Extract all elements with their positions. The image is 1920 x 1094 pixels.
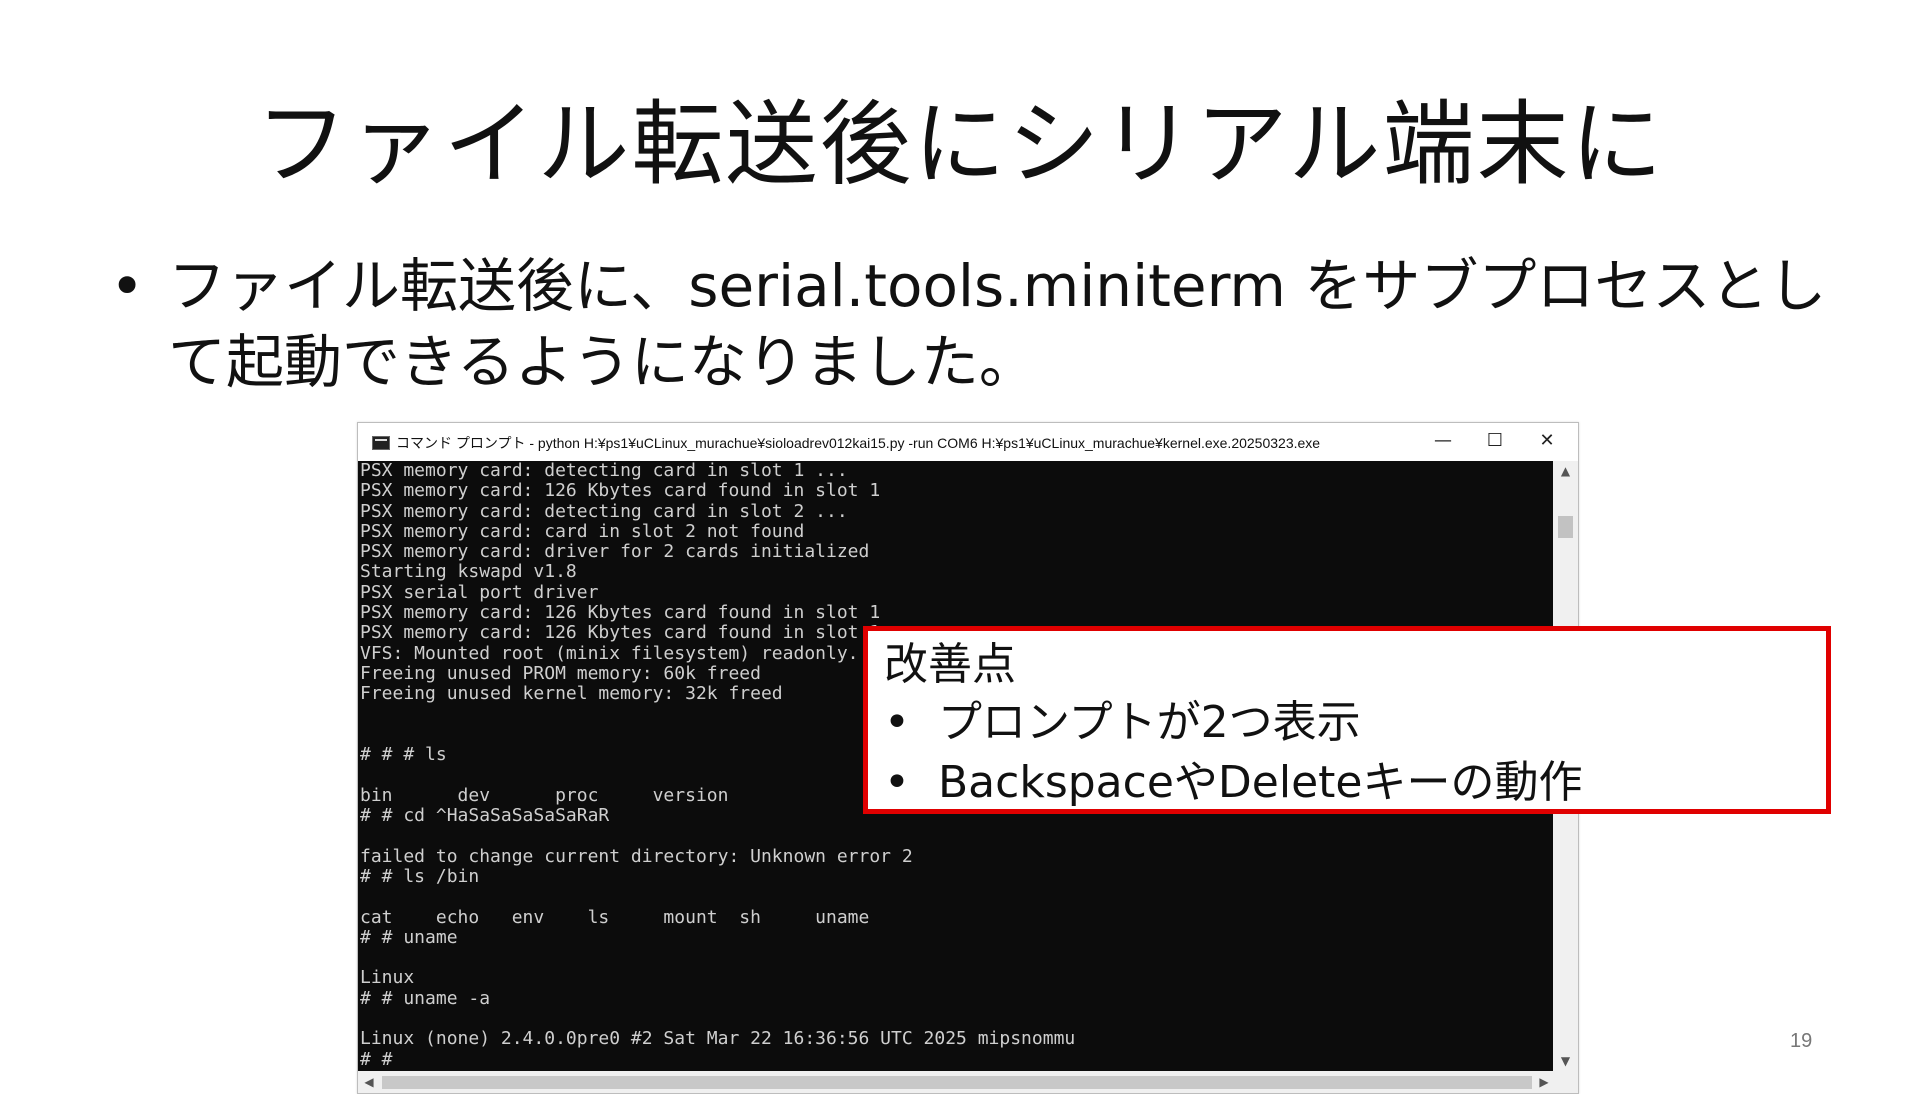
minimize-button[interactable]: — (1418, 427, 1468, 455)
close-button[interactable]: ✕ (1522, 427, 1572, 455)
scroll-left-arrow-icon[interactable]: ◀ (358, 1071, 380, 1093)
window-titlebar[interactable]: コマンド プロンプト - python H:¥ps1¥uCLinux_murac… (358, 423, 1578, 461)
console-line: # # uname (360, 926, 458, 948)
console-line: # # uname -a (360, 987, 491, 1009)
scroll-down-arrow-icon[interactable]: ▼ (1553, 1051, 1578, 1071)
console-line: Starting kswapd v1.8 (360, 561, 577, 583)
callout-item-text: プロンプトが2つ表示 (938, 697, 1361, 748)
console-line: cat echo env ls mount sh uname (360, 906, 870, 928)
console-line: PSX memory card: card in slot 2 not foun… (360, 520, 805, 542)
console-line: # # (360, 1048, 393, 1070)
maximize-button[interactable]: ☐ (1470, 427, 1520, 455)
vertical-scroll-thumb[interactable] (1558, 516, 1573, 538)
horizontal-scroll-thumb[interactable] (382, 1076, 1532, 1089)
console-line: PSX memory card: driver for 2 cards init… (360, 541, 870, 563)
scroll-up-arrow-icon[interactable]: ▲ (1553, 461, 1578, 481)
console-app-icon (372, 436, 390, 450)
console-line: failed to change current directory: Unkn… (360, 845, 913, 867)
bullet-dot: • (110, 252, 145, 320)
bullet-text: ファイル転送後に、serial.tools.miniterm をサブプロセスとし… (168, 252, 1827, 396)
callout-bullet: • (884, 697, 910, 748)
console-line: PSX memory card: 126 Kbytes card found i… (360, 602, 881, 624)
console-line: PSX memory card: detecting card in slot … (360, 500, 848, 522)
window-caption: コマンド プロンプト - python H:¥ps1¥uCLinux_murac… (396, 435, 1321, 451)
console-line: Linux (none) 2.4.0.0pre0 #2 Sat Mar 22 1… (360, 1028, 1076, 1050)
horizontal-scrollbar[interactable]: ◀ ▶ (358, 1071, 1578, 1093)
slide-title: ファイル転送後にシリアル端末に (255, 91, 1665, 198)
page-number: 19 (1790, 1030, 1813, 1052)
scroll-right-arrow-icon[interactable]: ▶ (1533, 1071, 1555, 1093)
callout-bullet: • (884, 757, 910, 808)
console-line: Linux (360, 967, 415, 989)
console-line: # # ls /bin (360, 865, 480, 887)
callout-heading: 改善点 (884, 639, 1016, 690)
console-line: PSX serial port driver (360, 581, 599, 603)
console-line: PSX memory card: 126 Kbytes card found i… (360, 480, 881, 502)
console-line: PSX memory card: detecting card in slot … (360, 461, 848, 481)
improvement-callout: 改善点 • プロンプトが2つ表示 • BackspaceやDeleteキーの動作 (863, 626, 1831, 814)
callout-item-text: BackspaceやDeleteキーの動作 (938, 757, 1583, 808)
